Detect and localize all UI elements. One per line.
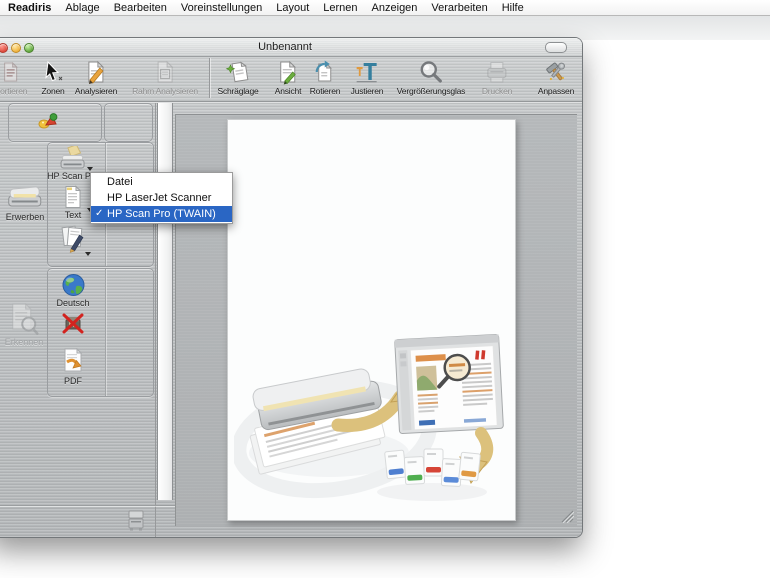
align-text-icon — [356, 63, 377, 83]
magnifier-icon — [420, 61, 443, 83]
menu-anzeigen[interactable]: Anzeigen — [372, 2, 418, 14]
toolbar-label: Rahm Analysieren — [132, 86, 198, 96]
analyze-page-icon — [88, 60, 105, 84]
pen-documents-icon — [61, 225, 84, 253]
wizard-button[interactable] — [37, 111, 59, 131]
wizard-icon — [38, 113, 58, 129]
menu-item-label: HP Scan Pro (TWAIN) — [107, 208, 216, 220]
toolbar-drucken-button[interactable]: Drucken — [482, 59, 512, 96]
checkmark-icon: ✓ — [95, 208, 104, 219]
globe-icon — [62, 274, 84, 296]
format-label: Text — [64, 210, 82, 220]
dropdown-arrow-icon — [85, 252, 91, 256]
status-divider — [0, 505, 175, 506]
document-page — [227, 119, 516, 521]
toolbar-vergroesserungsglas-button[interactable]: Vergrößerungsglas — [397, 59, 465, 96]
menu-item-hp-scan-pro-twain[interactable]: ✓ HP Scan Pro (TWAIN) — [91, 206, 232, 222]
empty-group-box — [104, 103, 153, 142]
scan-source-icon — [60, 146, 85, 169]
menu-bearbeiten[interactable]: Bearbeiten — [114, 2, 167, 14]
learn-button[interactable] — [60, 222, 86, 253]
resize-grip[interactable] — [558, 507, 574, 523]
text-document-icon — [65, 185, 82, 208]
toolbar-label: Zonen — [41, 86, 65, 96]
output-format-button[interactable]: PDF — [62, 348, 84, 386]
desktop-background — [0, 16, 770, 40]
deskew-icon — [225, 61, 248, 83]
toolbar-label: Sortieren — [0, 86, 28, 96]
toolbar-analysieren-button[interactable]: Analysieren — [75, 59, 117, 96]
toolbar-rotieren-button[interactable]: Rotieren — [309, 59, 341, 96]
recognize-icon — [12, 302, 39, 335]
box-divider — [105, 269, 106, 396]
view-page-icon — [280, 60, 297, 85]
title-bar[interactable]: Unbenannt — [0, 38, 582, 57]
toolbar-label: Rotieren — [309, 86, 341, 96]
toolbar-ansicht-button[interactable]: Ansicht — [275, 59, 301, 96]
menu-voreinstellungen[interactable]: Voreinstellungen — [181, 2, 262, 14]
pdf-document-icon — [64, 348, 83, 372]
scanner-icon — [8, 186, 42, 207]
toolbar-rahm-analysieren-button[interactable]: Rahm Analysieren — [132, 59, 198, 96]
recognize-button[interactable]: Erkennen — [4, 302, 44, 347]
menu-layout[interactable]: Layout — [276, 2, 309, 14]
window-title: Unbenannt — [258, 41, 312, 53]
toolbar-sortieren-button[interactable]: Sortieren — [0, 59, 28, 96]
toolbar-toggle-button[interactable] — [545, 42, 567, 53]
toolbar-anpassen-button[interactable]: Anpassen — [538, 59, 574, 96]
toolbar-label: Schräglage — [217, 86, 259, 96]
output-format-label: PDF — [64, 376, 82, 386]
toolbar-label: Justieren — [350, 86, 384, 96]
format-button[interactable]: Text — [63, 185, 83, 220]
menu-item-label: Datei — [107, 176, 133, 188]
analyze-frame-icon — [157, 60, 174, 83]
menu-item-label: HP LaserJet Scanner — [107, 192, 212, 204]
toolbar-label: Ansicht — [274, 86, 302, 96]
customize-icon — [546, 62, 566, 81]
menu-readiris[interactable]: Readiris — [8, 2, 51, 14]
scan-workflow-illustration — [234, 333, 504, 501]
status-scanner-icon — [127, 508, 145, 537]
menu-bar: Readiris Ablage Bearbeiten Voreinstellun… — [0, 0, 770, 16]
document-viewport — [175, 114, 577, 526]
menu-lernen[interactable]: Lernen — [323, 2, 357, 14]
toolbar-zonen-button[interactable]: Zonen — [40, 59, 66, 96]
menu-ablage[interactable]: Ablage — [65, 2, 99, 14]
dropdown-arrow-icon — [87, 167, 93, 171]
exclude-option-button[interactable] — [62, 313, 84, 334]
panel-scrollbar[interactable] — [157, 103, 173, 500]
toolbar-justieren-button[interactable]: Justieren — [351, 59, 384, 96]
acquire-label: Erwerben — [5, 212, 45, 222]
rotate-page-icon — [315, 60, 333, 82]
toolbar-label: Analysieren — [74, 86, 118, 96]
toolbar-label: Drucken — [481, 86, 513, 96]
menu-item-datei[interactable]: Datei — [91, 174, 232, 190]
toolbar: Sortieren Zonen Analysieren — [0, 56, 582, 102]
recognize-label: Erkennen — [4, 337, 44, 347]
red-cross-icon — [62, 313, 84, 334]
readiris-window: Unbenannt Sortieren Zonen — [0, 38, 582, 537]
toolbar-separator — [209, 58, 210, 98]
language-button[interactable]: Deutsch — [56, 273, 90, 308]
zones-cursor-icon — [45, 60, 63, 82]
acquire-button[interactable]: Erwerben — [5, 181, 45, 222]
language-label: Deutsch — [56, 298, 90, 308]
toolbar-label: Vergrößerungsglas — [396, 86, 466, 96]
menu-hilfe[interactable]: Hilfe — [502, 2, 524, 14]
scanner-source-menu: Datei HP LaserJet Scanner ✓ HP Scan Pro … — [90, 172, 233, 224]
toolbar-label: Anpassen — [537, 86, 575, 96]
menu-item-hp-laserjet-scanner[interactable]: HP LaserJet Scanner — [91, 190, 232, 206]
screen: Readiris Ablage Bearbeiten Voreinstellun… — [0, 0, 770, 578]
panel-divider — [155, 103, 156, 537]
toolbar-schraeglage-button[interactable]: Schräglage — [217, 59, 259, 96]
menu-verarbeiten[interactable]: Verarbeiten — [431, 2, 487, 14]
sort-pages-icon — [4, 61, 19, 82]
printer-icon — [487, 62, 507, 83]
